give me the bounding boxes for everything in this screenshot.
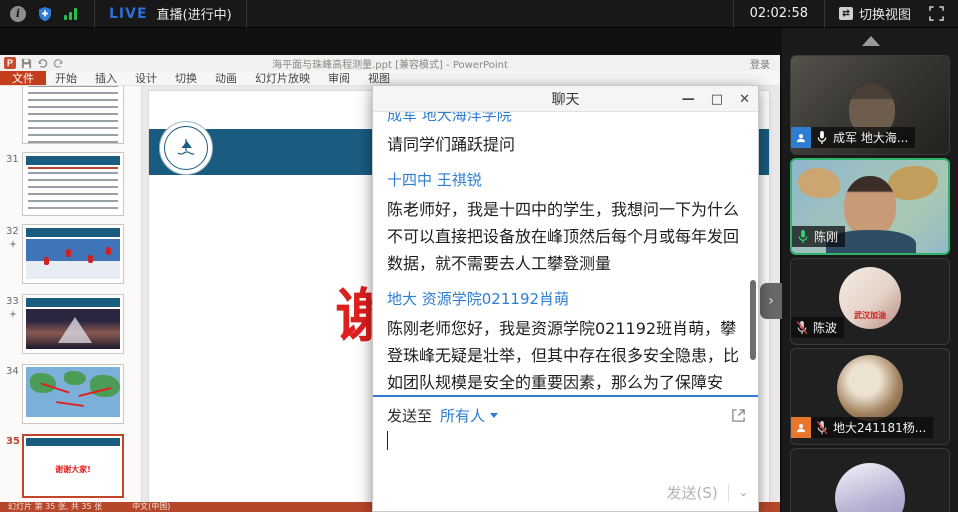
send-to-selector[interactable]: 所有人 <box>440 405 485 426</box>
stream-timer: 02:02:58 <box>733 0 825 28</box>
ppt-menu-slideshow[interactable]: 幻灯片放映 <box>246 71 319 85</box>
slide-thumbnail-35-selected[interactable]: 35 谢谢大家! <box>0 434 142 504</box>
ppt-sign-in-link[interactable]: 登录 <box>750 56 780 71</box>
mic-muted-icon <box>816 420 828 435</box>
live-badge: LIVE <box>109 6 148 22</box>
ppt-menu-home[interactable]: 开始 <box>46 71 86 85</box>
close-button[interactable]: ✕ <box>739 93 750 106</box>
top-bar: i LIVE 直播(进行中) 02:02:58 ⇄ 切换视图 <box>0 0 958 28</box>
network-signal-icon <box>64 8 77 20</box>
slide-count-status: 幻灯片 第 35 张, 共 35 张 <box>8 502 102 512</box>
ppt-menu-file[interactable]: 文件 <box>0 71 46 85</box>
mic-on-icon <box>816 130 828 145</box>
slide-thumbnail-32[interactable]: 32 <box>0 224 142 290</box>
message-text: 陈刚老师您好，我是资源学院021192班肖萌，攀登珠峰无疑是壮举，但其中存在很多… <box>387 315 742 395</box>
chat-message-list[interactable]: 成军 地大海洋学院 请同学们踊跃提问 十四中 王祺锐 陈老师好，我是十四中的学生… <box>373 112 758 395</box>
message-sender: 成军 地大海洋学院 <box>387 112 742 125</box>
video-tile-bottom-partial[interactable] <box>790 448 950 512</box>
info-icon[interactable]: i <box>10 6 26 22</box>
ppt-menu-animations[interactable]: 动画 <box>206 71 246 85</box>
send-options-chevron-icon[interactable]: ⌄ <box>739 486 748 499</box>
topbar-left-icons: i LIVE 直播(进行中) <box>0 0 247 28</box>
slide-number: 34 <box>6 366 19 377</box>
slide-thumbnail-31[interactable]: 31 <box>0 152 142 222</box>
live-status-text: 直播(进行中) <box>157 4 232 23</box>
participant-name: 陈刚 <box>814 228 838 245</box>
language-status: 中文(中国) <box>132 502 170 512</box>
video-tile-chenbo[interactable]: 武汉加油 陈波 <box>790 258 950 345</box>
slide-number: 31 <box>6 154 19 165</box>
mic-speaking-icon <box>797 229 809 244</box>
university-seal-logo <box>159 121 213 175</box>
shield-protect-icon[interactable] <box>37 6 53 22</box>
fullscreen-icon <box>929 6 944 21</box>
thumbnail-thankyou-text: 谢谢大家! <box>24 464 122 475</box>
chat-input-area: 发送至 所有人 发送(S) ⌄ <box>373 395 758 511</box>
ppt-title-bar: P 海平面与珠峰高程测量.ppt [兼容模式] - PowerPoint 登录 <box>0 55 780 71</box>
chat-window: 聊天 — □ ✕ 成军 地大海洋学院 请同学们踊跃提问 十四中 王祺锐 陈老师好… <box>372 85 759 512</box>
sidebar-collapse-tab[interactable]: › <box>760 283 782 319</box>
ppt-menu-review[interactable]: 审阅 <box>319 71 359 85</box>
video-tile-didayang[interactable]: 地大241181杨... <box>790 348 950 445</box>
slide-thumbnail-panel[interactable]: 31 32 33 34 <box>0 86 142 512</box>
participant-name-bar: 陈刚 <box>792 226 845 247</box>
live-status-group: LIVE 直播(进行中) <box>94 0 247 28</box>
chevron-right-icon: › <box>768 293 774 309</box>
participant-name: 成军 地大海... <box>833 129 908 146</box>
participant-video <box>798 168 840 198</box>
participant-name: 陈波 <box>813 319 837 336</box>
slide-thumbnail-34[interactable]: 34 <box>0 364 142 430</box>
message-text: 请同学们踊跃提问 <box>387 131 742 158</box>
send-button[interactable]: 发送(S) <box>667 482 718 503</box>
slide-number: 32 <box>6 226 19 237</box>
avatar: 武汉加油 <box>839 267 901 329</box>
mic-muted-icon <box>796 320 808 335</box>
video-tile-chengang-speaking[interactable]: 陈刚 <box>790 158 950 255</box>
message-sender: 地大 资源学院021192肖萌 <box>387 289 742 309</box>
sailing-ship-icon <box>174 136 198 160</box>
switch-view-button[interactable]: ⇄ 切换视图 <box>825 4 925 23</box>
switch-view-icon: ⇄ <box>839 7 853 20</box>
participant-name: 地大241181杨... <box>833 419 926 436</box>
ppt-menu-insert[interactable]: 插入 <box>86 71 126 85</box>
divider <box>728 484 729 502</box>
slide-thumbnail-30[interactable] <box>0 86 142 146</box>
ppt-menu-transitions[interactable]: 切换 <box>166 71 206 85</box>
chat-text-input[interactable] <box>373 425 758 481</box>
participant-name-bar: 陈波 <box>791 317 844 338</box>
slide-thumbnail-33[interactable]: 33 <box>0 294 142 360</box>
video-tile-chengjun[interactable]: 成军 地大海... <box>790 55 950 155</box>
host-badge-icon <box>791 127 811 148</box>
fullscreen-button[interactable] <box>925 6 958 21</box>
send-to-label: 发送至 <box>387 405 432 426</box>
app-window: i LIVE 直播(进行中) 02:02:58 ⇄ 切换视图 <box>0 0 958 512</box>
chevron-down-icon[interactable] <box>490 413 498 418</box>
popout-window-icon[interactable] <box>731 408 746 423</box>
ppt-menu-bar: 文件 开始 插入 设计 切换 动画 幻灯片放映 审阅 视图 <box>0 71 780 86</box>
participants-sidebar: 成军 地大海... 陈刚 武汉加油 <box>782 28 958 512</box>
chat-scrollbar[interactable] <box>750 280 756 360</box>
avatar <box>837 355 903 421</box>
ppt-menu-view[interactable]: 视图 <box>359 71 399 85</box>
participant-name-bar: 成军 地大海... <box>791 127 915 148</box>
animation-star-icon <box>9 310 17 318</box>
member-badge-icon <box>791 417 811 438</box>
scroll-up-icon[interactable] <box>862 36 880 46</box>
message-text: 陈老师好，我是十四中的学生，我想问一下为什么不可以直接把设备放在峰顶然后每个月或… <box>387 196 742 277</box>
avatar <box>835 463 905 512</box>
animation-star-icon <box>9 240 17 248</box>
chat-title-bar[interactable]: 聊天 — □ ✕ <box>373 86 758 112</box>
maximize-button[interactable]: □ <box>711 93 723 106</box>
ppt-window-title: 海平面与珠峰高程测量.ppt [兼容模式] - PowerPoint <box>0 56 780 71</box>
slide-number: 33 <box>6 296 19 307</box>
chat-title: 聊天 <box>552 89 580 109</box>
participant-name-bar: 地大241181杨... <box>791 417 933 438</box>
ppt-menu-design[interactable]: 设计 <box>126 71 166 85</box>
slide-number: 35 <box>6 436 20 447</box>
message-sender: 十四中 王祺锐 <box>387 170 742 190</box>
avatar-overlay-text: 武汉加油 <box>839 310 901 321</box>
minimize-button[interactable]: — <box>682 93 695 106</box>
